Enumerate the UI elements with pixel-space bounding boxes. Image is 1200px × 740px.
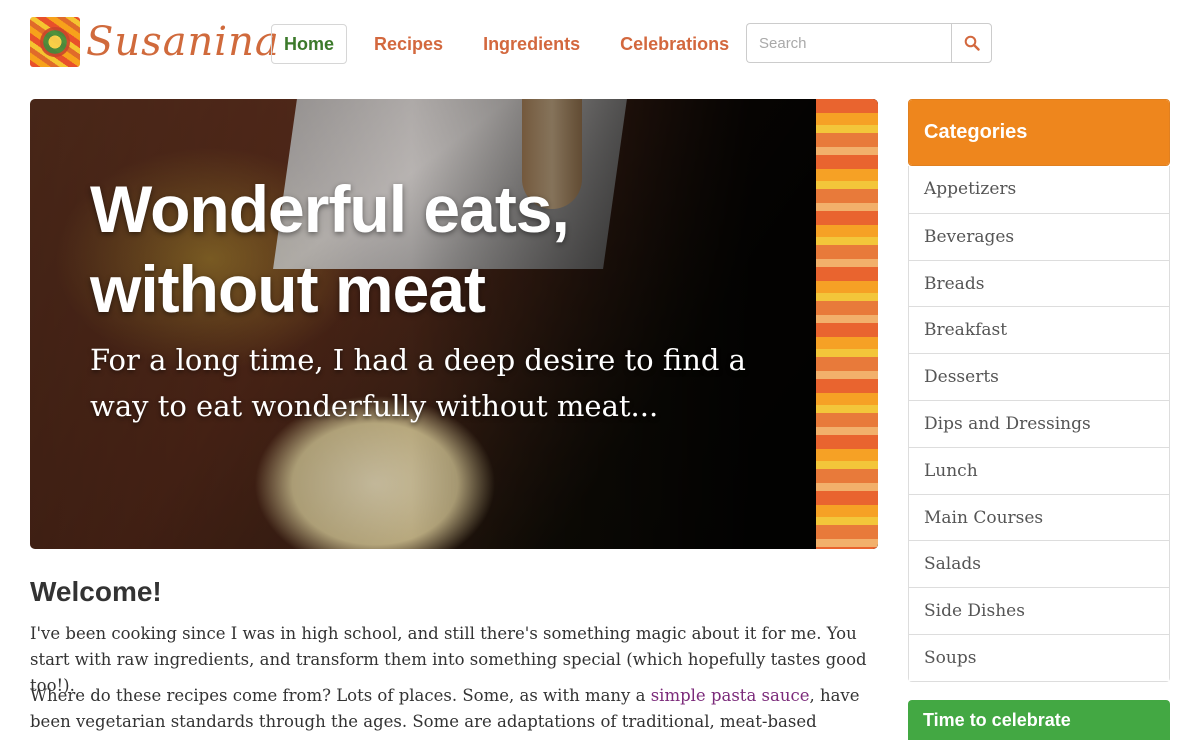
category-soups[interactable]: Soups bbox=[909, 633, 1169, 681]
search-icon bbox=[964, 35, 980, 51]
welcome-heading: Welcome! bbox=[30, 576, 162, 607]
nav-celebrations[interactable]: Celebrations bbox=[607, 24, 742, 64]
search-input[interactable] bbox=[746, 23, 951, 63]
category-desserts[interactable]: Desserts bbox=[909, 353, 1169, 400]
category-appetizers[interactable]: Appetizers bbox=[909, 166, 1169, 213]
categories-heading: Categories bbox=[909, 100, 1169, 165]
categories-list: Appetizers Beverages Breads Breakfast De… bbox=[908, 166, 1170, 682]
category-main-courses[interactable]: Main Courses bbox=[909, 493, 1169, 541]
category-beverages[interactable]: Beverages bbox=[909, 212, 1169, 260]
nav-home[interactable]: Home bbox=[271, 24, 348, 64]
nav-ingredients[interactable]: Ingredients bbox=[470, 24, 593, 64]
category-breakfast[interactable]: Breakfast bbox=[909, 306, 1169, 353]
categories-panel: Categories bbox=[908, 99, 1170, 166]
logo-emblem-icon[interactable] bbox=[30, 17, 80, 67]
sidebar: Categories Appetizers Beverages Breads B… bbox=[908, 99, 1170, 682]
main-nav: Home Recipes Ingredients Celebrations bbox=[271, 24, 756, 64]
search-form bbox=[746, 23, 992, 63]
category-breads[interactable]: Breads bbox=[909, 259, 1169, 307]
hero-painted-stripe bbox=[816, 99, 878, 549]
hero-subtitle: For a long time, I had a deep desire to … bbox=[90, 343, 746, 423]
welcome-paragraph-2: Where do these recipes come from? Lots o… bbox=[30, 683, 875, 740]
time-to-celebrate-heading: Time to celebrate bbox=[908, 700, 1170, 740]
category-salads[interactable]: Salads bbox=[909, 540, 1169, 587]
hero-banner: Wonderful eats, without meat For a long … bbox=[30, 99, 878, 549]
paragraph-text: Where do these recipes come from? Lots o… bbox=[30, 686, 651, 705]
search-button[interactable] bbox=[951, 23, 992, 63]
hero-title: Wonderful eats, without meat bbox=[90, 172, 570, 326]
site-logo[interactable]: Susanina bbox=[30, 17, 280, 67]
category-side-dishes[interactable]: Side Dishes bbox=[909, 587, 1169, 634]
category-lunch[interactable]: Lunch bbox=[909, 446, 1169, 494]
site-header: Susanina Home Recipes Ingredients Celebr… bbox=[0, 0, 1200, 90]
simple-pasta-sauce-link[interactable]: simple pasta sauce bbox=[651, 686, 810, 705]
category-dips-and-dressings[interactable]: Dips and Dressings bbox=[909, 399, 1169, 447]
nav-recipes[interactable]: Recipes bbox=[361, 24, 456, 64]
site-name[interactable]: Susanina bbox=[86, 17, 280, 67]
